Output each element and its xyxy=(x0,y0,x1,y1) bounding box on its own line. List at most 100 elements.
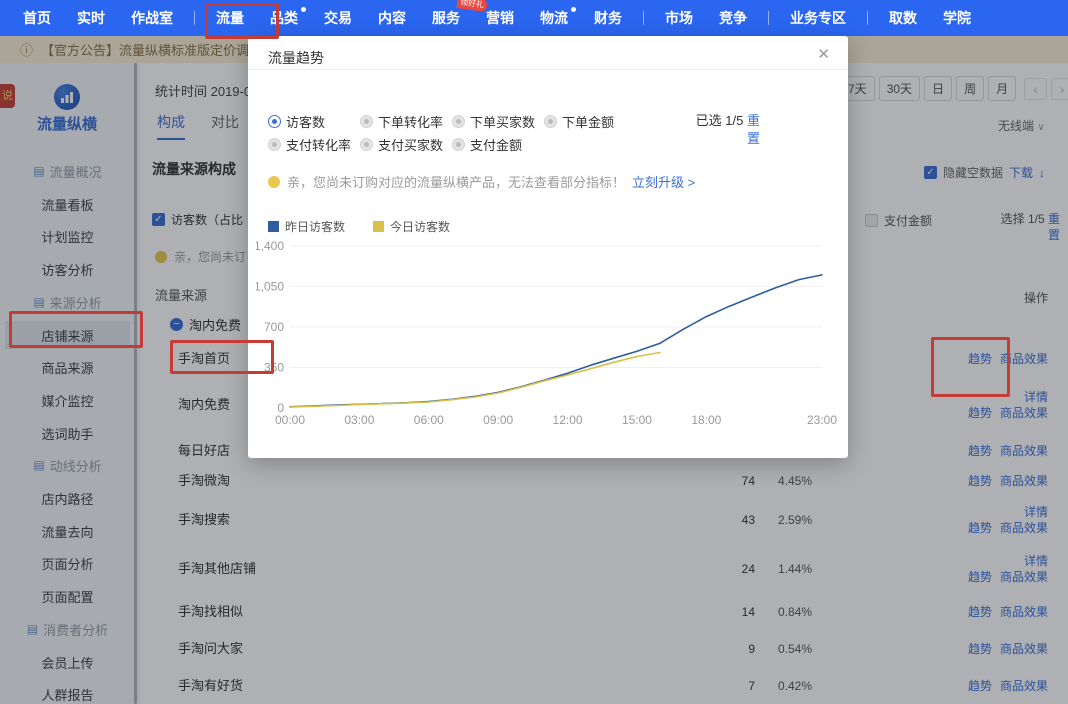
nav-item-label: 作战室 xyxy=(131,10,173,26)
radio-disabled-icon[interactable] xyxy=(452,138,465,151)
metric-option-下单买家数[interactable]: 下单买家数 xyxy=(452,112,544,131)
legend-item-昨日访客数[interactable]: 昨日访客数 xyxy=(268,218,345,235)
x-tick-label: 23:00 xyxy=(807,413,837,427)
radio-disabled-icon[interactable] xyxy=(452,115,465,128)
top-nav-items: 首页实时作战室流量品类交易内容服务领好礼营销物流财务市场竞争业务专区取数学院 xyxy=(10,0,984,36)
annotation-box-trend-link xyxy=(931,337,1010,397)
nav-item-label: 物流 xyxy=(540,10,568,26)
radio-dot xyxy=(272,119,277,124)
radio-dot xyxy=(364,119,369,124)
x-tick-label: 06:00 xyxy=(414,413,444,427)
upgrade-link[interactable]: 立刻升级 > xyxy=(632,172,695,191)
metric-options-row-1: 访客数 下单转化率 下单买家数 下单金额 xyxy=(268,112,636,131)
nav-item-首页[interactable]: 首页 xyxy=(10,0,64,36)
metric-options-row-2: 支付转化率 支付买家数 支付金额 xyxy=(268,135,544,154)
nav-item-业务专区[interactable]: 业务专区 xyxy=(777,0,859,36)
legend-label: 昨日访客数 xyxy=(285,218,345,235)
radio-disabled-icon[interactable] xyxy=(544,115,557,128)
legend-swatch-icon xyxy=(268,221,279,232)
nav-item-label: 学院 xyxy=(943,10,971,26)
x-tick-label: 15:00 xyxy=(622,413,652,427)
new-dot-icon xyxy=(301,7,306,12)
series-line-昨日访客数 xyxy=(290,275,822,407)
radio-disabled-icon[interactable] xyxy=(268,138,281,151)
nav-item-label: 取数 xyxy=(889,10,917,26)
radio-dot xyxy=(272,142,277,147)
nav-separator xyxy=(768,11,769,25)
y-tick-label: 700 xyxy=(264,320,284,334)
metric-option-支付转化率[interactable]: 支付转化率 xyxy=(268,135,360,154)
modal-reset-link[interactable]: 重置 xyxy=(747,113,760,146)
x-tick-label: 00:00 xyxy=(275,413,305,427)
radio-dot xyxy=(548,119,553,124)
nav-item-物流[interactable]: 物流 xyxy=(527,0,581,36)
legend-item-今日访客数[interactable]: 今日访客数 xyxy=(373,218,450,235)
legend-swatch-icon xyxy=(373,221,384,232)
nav-item-label: 市场 xyxy=(665,10,693,26)
nav-item-交易[interactable]: 交易 xyxy=(311,0,365,36)
chart-legend: 昨日访客数 今日访客数 xyxy=(268,218,450,235)
notice-dot-icon xyxy=(268,176,280,188)
metric-option-下单金额[interactable]: 下单金额 xyxy=(544,112,636,131)
nav-item-取数[interactable]: 取数 xyxy=(876,0,930,36)
nav-separator xyxy=(867,11,868,25)
x-tick-label: 18:00 xyxy=(691,413,721,427)
nav-item-内容[interactable]: 内容 xyxy=(365,0,419,36)
metric-option-支付金额[interactable]: 支付金额 xyxy=(452,135,544,154)
metric-option-label: 下单买家数 xyxy=(470,112,535,131)
nav-item-市场[interactable]: 市场 xyxy=(652,0,706,36)
nav-separator xyxy=(643,11,644,25)
nav-item-label: 交易 xyxy=(324,10,352,26)
nav-item-作战室[interactable]: 作战室 xyxy=(118,0,186,36)
upgrade-notice: 亲，您尚未订购对应的流量纵横产品，无法查看部分指标！ 立刻升级 > xyxy=(268,172,695,191)
nav-item-label: 服务 xyxy=(432,10,460,26)
nav-item-竞争[interactable]: 竞争 xyxy=(706,0,760,36)
metric-option-label: 支付转化率 xyxy=(286,135,351,154)
metric-option-label: 访客数 xyxy=(286,112,325,131)
nav-item-服务[interactable]: 服务领好礼 xyxy=(419,0,473,36)
nav-item-财务[interactable]: 财务 xyxy=(581,0,635,36)
nav-item-营销[interactable]: 营销 xyxy=(473,0,527,36)
legend-label: 今日访客数 xyxy=(390,218,450,235)
nav-item-label: 竞争 xyxy=(719,10,747,26)
metric-option-label: 支付买家数 xyxy=(378,135,443,154)
radio-disabled-icon[interactable] xyxy=(360,115,373,128)
radio-dot xyxy=(456,119,461,124)
selected-count-label: 已选 1/5 xyxy=(696,113,744,128)
metric-option-支付买家数[interactable]: 支付买家数 xyxy=(360,135,452,154)
top-nav: 首页实时作战室流量品类交易内容服务领好礼营销物流财务市场竞争业务专区取数学院 xyxy=(0,0,1068,36)
radio-selected-icon[interactable] xyxy=(268,115,281,128)
traffic-trend-modal: 流量趋势 ✕ 访客数下单转化率下单买家数下单金额 支付转化率支付买家数支付金额 … xyxy=(248,36,848,458)
annotation-box-shop-source xyxy=(9,311,143,348)
nav-separator xyxy=(194,11,195,25)
close-icon[interactable]: ✕ xyxy=(817,45,830,63)
annotation-box-nav-traffic xyxy=(205,3,279,39)
x-tick-label: 09:00 xyxy=(483,413,513,427)
trend-chart: 03507001,0501,40000:0003:0006:0009:0012:… xyxy=(256,234,840,439)
selected-info-block: 已选 1/5 重置 xyxy=(690,112,760,148)
x-tick-label: 12:00 xyxy=(553,413,583,427)
radio-disabled-icon[interactable] xyxy=(360,138,373,151)
metric-option-label: 下单转化率 xyxy=(378,112,443,131)
nav-item-label: 业务专区 xyxy=(790,10,846,26)
y-tick-label: 1,050 xyxy=(256,280,284,294)
radio-dot xyxy=(456,142,461,147)
annotation-box-mobile-home xyxy=(170,340,274,374)
nav-item-label: 首页 xyxy=(23,10,51,26)
new-dot-icon xyxy=(571,7,576,12)
x-tick-label: 03:00 xyxy=(344,413,374,427)
nav-item-label: 实时 xyxy=(77,10,105,26)
metric-option-label: 下单金额 xyxy=(562,112,614,131)
modal-title: 流量趋势 xyxy=(268,48,324,68)
nav-item-label: 财务 xyxy=(594,10,622,26)
radio-dot xyxy=(364,142,369,147)
nav-item-label: 内容 xyxy=(378,10,406,26)
metric-option-label: 支付金额 xyxy=(470,135,522,154)
metric-option-访客数[interactable]: 访客数 xyxy=(268,112,360,131)
metric-option-下单转化率[interactable]: 下单转化率 xyxy=(360,112,452,131)
y-tick-label: 1,400 xyxy=(256,239,284,253)
modal-divider xyxy=(248,69,848,70)
screen: 首页实时作战室流量品类交易内容服务领好礼营销物流财务市场竞争业务专区取数学院 ⓘ… xyxy=(0,0,1068,704)
nav-item-学院[interactable]: 学院 xyxy=(930,0,984,36)
nav-item-实时[interactable]: 实时 xyxy=(64,0,118,36)
